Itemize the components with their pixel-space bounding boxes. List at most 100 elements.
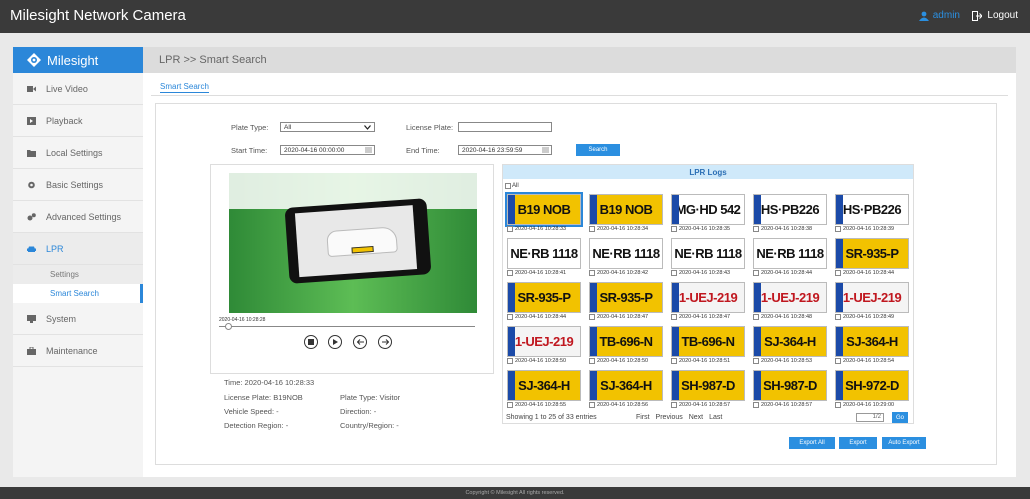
plate-thumbnail[interactable]: NE·RB 1118 [753,238,827,269]
sidebar-subitem-settings[interactable]: Settings [13,265,143,284]
plate-thumbnail[interactable]: SJ-364-H [507,370,581,401]
plate-thumbnail[interactable]: NE·RB 1118 [671,238,745,269]
go-button[interactable]: Go [892,412,908,423]
log-checkbox[interactable] [671,314,677,320]
logout-button[interactable]: Logout [972,10,1018,21]
log-checkbox[interactable] [835,358,841,364]
plate-thumbnail[interactable]: 1-UEJ-219 [671,282,745,313]
calendar-icon[interactable] [542,147,549,153]
lpr-log-item[interactable]: SR-935-P 2020-04-16 10:28:47 [589,282,667,322]
log-checkbox[interactable] [835,402,841,408]
log-checkbox[interactable] [589,358,595,364]
lpr-log-item[interactable]: SR-935-P 2020-04-16 10:28:44 [507,282,585,322]
log-checkbox[interactable] [507,358,513,364]
lpr-log-item[interactable]: SJ-364-H 2020-04-16 10:28:54 [835,326,913,366]
playback-progress[interactable] [219,326,475,327]
export-all-button[interactable]: Export All [789,437,835,449]
plate-thumbnail[interactable]: HS·PB226 [835,194,909,225]
log-checkbox[interactable] [835,270,841,276]
plate-thumbnail[interactable]: NE·RB 1118 [507,238,581,269]
log-checkbox[interactable] [589,270,595,276]
lpr-log-item[interactable]: SJ-364-H 2020-04-16 10:28:56 [589,370,667,410]
sidebar-item-basic-settings[interactable]: Basic Settings [13,169,143,201]
plate-thumbnail[interactable]: SH-987-D [671,370,745,401]
select-all[interactable]: All [505,183,519,189]
page-input[interactable]: 1/2 [856,413,884,422]
calendar-icon[interactable] [365,147,372,153]
logout-label[interactable]: Logout [987,10,1018,21]
plate-type-select[interactable]: All [280,122,375,132]
log-checkbox[interactable] [835,314,841,320]
lpr-log-item[interactable]: 1-UEJ-219 2020-04-16 10:28:50 [507,326,585,366]
previous-button[interactable] [353,335,367,349]
lpr-log-item[interactable]: MG·HD 542 2020-04-16 10:28:35 [671,194,749,234]
lpr-log-item[interactable]: SH-987-D 2020-04-16 10:28:57 [671,370,749,410]
lpr-log-item[interactable]: B19 NOB 2020-04-16 10:28:34 [589,194,667,234]
lpr-log-item[interactable]: NE·RB 1118 2020-04-16 10:28:43 [671,238,749,278]
plate-thumbnail[interactable]: 1-UEJ-219 [507,326,581,357]
log-checkbox[interactable] [835,226,841,232]
log-checkbox[interactable] [589,226,595,232]
lpr-log-item[interactable]: NE·RB 1118 2020-04-16 10:28:44 [753,238,831,278]
pagination-links[interactable]: First Previous Next Last [636,414,722,421]
log-checkbox[interactable] [671,226,677,232]
sidebar-item-advanced-settings[interactable]: Advanced Settings [13,201,143,233]
sidebar-subitem-smart-search[interactable]: Smart Search [13,284,143,303]
sidebar-item-live-video[interactable]: Live Video [13,73,143,105]
lpr-log-item[interactable]: 1-UEJ-219 2020-04-16 10:28:49 [835,282,913,322]
tab-smart-search[interactable]: Smart Search [160,82,209,93]
plate-thumbnail[interactable]: HS·PB226 [753,194,827,225]
plate-thumbnail[interactable]: SJ-364-H [753,326,827,357]
sidebar-item-lpr[interactable]: LPR [13,233,143,265]
play-button[interactable] [328,335,342,349]
plate-thumbnail[interactable]: SR-935-P [589,282,663,313]
log-checkbox[interactable] [753,270,759,276]
lpr-log-item[interactable]: TB-696-N 2020-04-16 10:28:50 [589,326,667,366]
select-all-checkbox[interactable] [505,183,511,189]
lpr-log-item[interactable]: SH-972-D 2020-04-16 10:29:00 [835,370,913,410]
lpr-log-item[interactable]: HS·PB226 2020-04-16 10:28:38 [753,194,831,234]
plate-thumbnail[interactable]: SH-972-D [835,370,909,401]
auto-export-button[interactable]: Auto Export [882,437,926,449]
log-checkbox[interactable] [507,314,513,320]
sidebar-item-playback[interactable]: Playback [13,105,143,137]
plate-thumbnail[interactable]: SJ-364-H [835,326,909,357]
log-checkbox[interactable] [507,402,513,408]
lpr-log-item[interactable]: 1-UEJ-219 2020-04-16 10:28:48 [753,282,831,322]
lpr-log-item[interactable]: SR-935-P 2020-04-16 10:28:44 [835,238,913,278]
log-checkbox[interactable] [671,270,677,276]
log-checkbox[interactable] [589,402,595,408]
progress-handle[interactable] [225,323,232,330]
stop-button[interactable] [304,335,318,349]
sidebar-item-system[interactable]: System [13,303,143,335]
end-time-input[interactable]: 2020-04-16 23:59:59 [458,145,552,155]
start-time-input[interactable]: 2020-04-16 00:00:00 [280,145,375,155]
plate-thumbnail[interactable]: MG·HD 542 [671,194,745,225]
log-checkbox[interactable] [753,358,759,364]
log-checkbox[interactable] [671,358,677,364]
lpr-log-item[interactable]: 1-UEJ-219 2020-04-16 10:28:47 [671,282,749,322]
plate-thumbnail[interactable]: 1-UEJ-219 [835,282,909,313]
username[interactable]: admin [933,10,960,21]
log-checkbox[interactable] [507,270,513,276]
plate-thumbnail[interactable]: TB-696-N [671,326,745,357]
log-checkbox[interactable] [507,226,513,232]
export-button[interactable]: Export [839,437,877,449]
search-button[interactable]: Search [576,144,620,156]
lpr-log-item[interactable]: HS·PB226 2020-04-16 10:28:39 [835,194,913,234]
log-checkbox[interactable] [753,226,759,232]
next-button[interactable] [378,335,392,349]
sidebar-item-maintenance[interactable]: Maintenance [13,335,143,367]
sidebar-item-local-settings[interactable]: Local Settings [13,137,143,169]
plate-thumbnail[interactable]: SR-935-P [835,238,909,269]
plate-thumbnail[interactable]: B19 NOB [505,192,583,227]
plate-thumbnail[interactable]: B19 NOB [589,194,663,225]
lpr-log-item[interactable]: TB-696-N 2020-04-16 10:28:51 [671,326,749,366]
log-checkbox[interactable] [753,314,759,320]
plate-thumbnail[interactable]: SH-987-D [753,370,827,401]
plate-thumbnail[interactable]: NE·RB 1118 [589,238,663,269]
log-checkbox[interactable] [671,402,677,408]
lpr-log-item[interactable]: NE·RB 1118 2020-04-16 10:28:42 [589,238,667,278]
lpr-log-item[interactable]: SH-987-D 2020-04-16 10:28:57 [753,370,831,410]
log-checkbox[interactable] [589,314,595,320]
